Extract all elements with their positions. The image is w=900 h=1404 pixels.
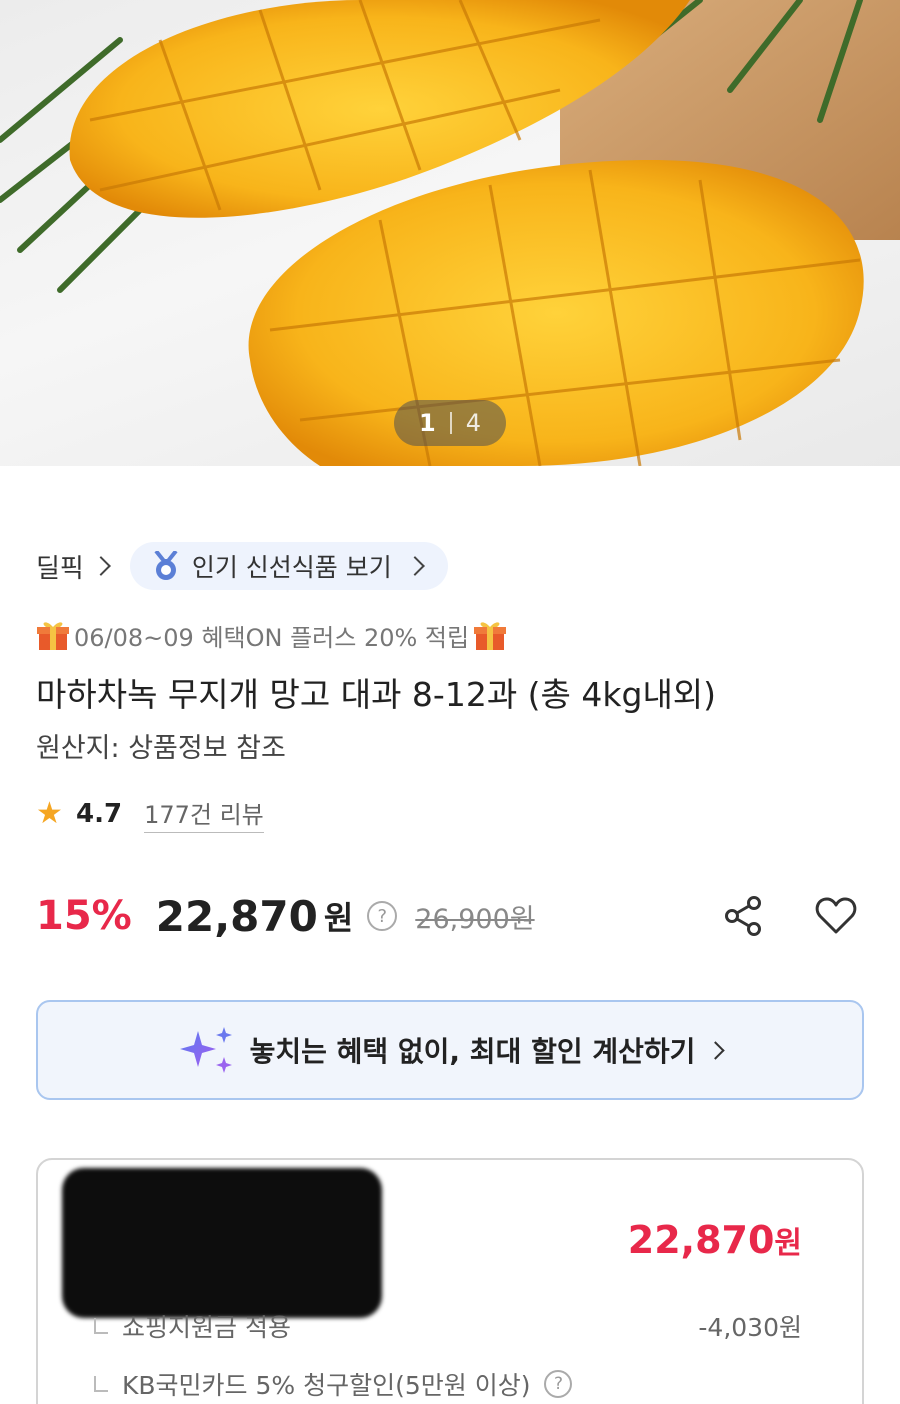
mango-photo [0, 0, 900, 466]
currency-unit: 원 [323, 899, 354, 937]
medal-icon [154, 551, 178, 580]
rating-summary: ★ 4.7 177건 리뷰 [36, 794, 264, 834]
pager-divider [449, 412, 452, 434]
gift-icon [474, 622, 507, 650]
review-count-link[interactable]: 177건 리뷰 [144, 795, 264, 833]
breakdown-total-value: 22,870 [627, 1218, 775, 1262]
price-row: 15% 22,870 원 ? 26,900원 [36, 884, 864, 948]
dealpick-label: 딜픽 [36, 553, 84, 584]
sparkle-icon [179, 1027, 232, 1073]
popular-fresh-food-label: 인기 신선식품 보기 [191, 553, 392, 582]
action-icons [722, 894, 858, 938]
promo-text: 06/08~09 혜택ON 플러스 20% 적립 [74, 623, 470, 652]
discount-rate: 15% [36, 893, 132, 939]
tree-corner-icon [94, 1376, 108, 1392]
max-discount-calc-button[interactable]: 놓치는 혜택 없이, 최대 할인 계산하기 [36, 1000, 864, 1100]
dealpick-link[interactable]: 딜픽 [36, 548, 111, 585]
breakdown-item: KB국민카드 5% 청구할인(5만원 이상) ? [94, 1364, 802, 1404]
star-icon: ★ [36, 796, 63, 831]
chevron-right-icon [706, 1040, 726, 1060]
card-discount-help-icon[interactable]: ? [544, 1370, 573, 1398]
breakdown-item: 쇼핑지원금 적용 -4,030원 [94, 1306, 802, 1346]
chevron-right-icon [90, 556, 111, 576]
pager-current: 1 [419, 409, 436, 437]
popular-fresh-food-button[interactable]: 인기 신선식품 보기 [129, 542, 448, 590]
image-pager: 1 4 [394, 400, 506, 446]
heart-icon[interactable] [814, 894, 858, 938]
product-origin: 원산지: 상품정보 참조 [36, 733, 286, 764]
breakdown-currency: 원 [774, 1226, 802, 1261]
pager-total: 4 [465, 409, 481, 437]
product-image[interactable]: 1 4 [0, 0, 900, 466]
breakdown-item-label: KB국민카드 5% 청구할인(5만원 이상) [122, 1371, 531, 1400]
tree-corner-icon [94, 1318, 108, 1334]
breadcrumb: 딜픽 인기 신선식품 보기 [36, 542, 448, 590]
price-breakdown-card: 22,870원 쇼핑지원금 적용 -4,030원 KB국민카드 5% 청구할인(… [36, 1158, 864, 1404]
calc-banner-label: 놓치는 혜택 없이, 최대 할인 계산하기 [249, 1035, 696, 1068]
breakdown-item-amount: -4,030원 [698, 1313, 802, 1342]
breakdown-item-label: 쇼핑지원금 적용 [122, 1313, 291, 1342]
share-icon[interactable] [722, 894, 766, 938]
promo-banner[interactable]: 06/08~09 혜택ON 플러스 20% 적립 [36, 615, 507, 655]
breakdown-total: 22,870원 [628, 1218, 802, 1262]
gift-icon [37, 622, 69, 650]
original-price: 26,900원 [415, 903, 535, 935]
redacted-area [62, 1168, 382, 1318]
rating-score: 4.7 [76, 799, 123, 829]
product-title: 마하차녹 무지개 망고 대과 8-12과 (총 4kg내외) [36, 675, 717, 714]
price-help-icon[interactable]: ? [367, 901, 398, 931]
sale-price: 22,870 [155, 891, 318, 941]
chevron-right-icon [404, 556, 425, 576]
